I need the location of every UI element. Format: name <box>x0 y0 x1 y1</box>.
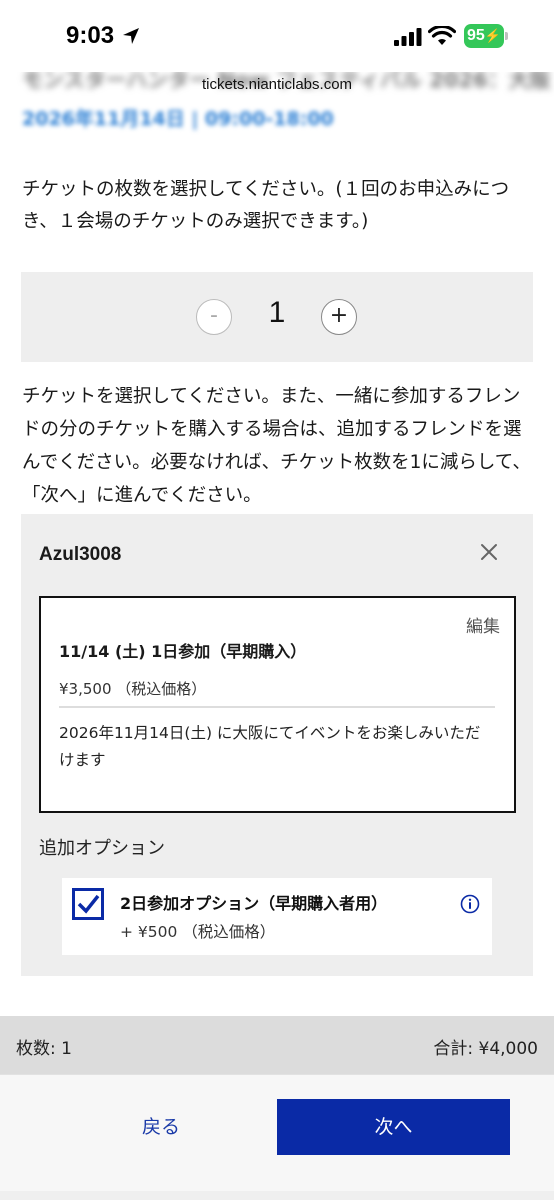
option-price: + ¥500 （税込価格） <box>120 923 276 941</box>
battery-cap <box>505 32 508 40</box>
total-price: 合計: ¥4,000 <box>433 1039 538 1059</box>
ticket-price: ¥3,500 （税込価格） <box>59 680 207 698</box>
edit-ticket-link[interactable]: 編集 <box>466 612 500 637</box>
browser-url[interactable]: tickets.nianticlabs.com <box>0 76 554 93</box>
ticket-divider <box>59 706 495 708</box>
info-icon[interactable] <box>460 894 480 914</box>
event-date: 2026年11月14日 | 09:00-18:00 <box>22 108 334 130</box>
quantity-value: 1 <box>268 296 286 329</box>
status-time: 9:03 <box>66 22 115 49</box>
ticket-card[interactable]: 編集 11/14 (土) 1日参加（早期購入） ¥3,500 （税込価格） 20… <box>39 596 516 813</box>
wifi-icon <box>428 26 456 45</box>
home-indicator-area <box>0 1191 554 1200</box>
ticket-title: 11/14 (土) 1日参加（早期購入） <box>59 642 307 661</box>
bottom-navigation: 戻る 次へ <box>0 1074 554 1200</box>
checkmark-icon <box>77 894 100 914</box>
ticket-count: 枚数: 1 <box>16 1039 72 1059</box>
charging-bolt-icon: ⚡ <box>484 28 501 43</box>
increase-quantity-button[interactable]: + <box>321 299 357 335</box>
option-title: 2日参加オプション（早期購入者用） <box>120 894 388 913</box>
decrease-quantity-button[interactable]: - <box>196 299 232 335</box>
status-bar: 9:03 95⚡ <box>0 0 554 72</box>
ticket-selection-panel: Azul3008 編集 11/14 (土) 1日参加（早期購入） ¥3,500 … <box>21 514 533 976</box>
ticket-select-instructions: チケットを選択してください。また、一緒に参加するフレンドの分のチケットを購入する… <box>22 386 531 506</box>
next-button[interactable]: 次へ <box>277 1099 510 1155</box>
option-checkbox[interactable] <box>72 888 104 920</box>
close-icon[interactable] <box>477 540 501 564</box>
quantity-instructions: チケットの枚数を選択してください。(１回のお申込みにつき、１会場のチケットのみ選… <box>22 179 510 232</box>
location-arrow-icon <box>123 28 139 44</box>
option-item[interactable]: 2日参加オプション（早期購入者用） + ¥500 （税込価格） <box>62 878 492 955</box>
additional-options-heading: 追加オプション <box>39 838 165 859</box>
battery-indicator: 95⚡ <box>464 24 504 48</box>
back-button[interactable]: 戻る <box>46 1101 276 1153</box>
order-summary-bar: 枚数: 1 合計: ¥4,000 <box>0 1016 554 1074</box>
quantity-stepper: - 1 + <box>21 272 533 362</box>
cellular-signal-icon <box>394 28 422 46</box>
attendee-name: Azul3008 <box>39 544 122 565</box>
ticket-description: 2026年11月14日(土) に大阪にてイベントをお楽しみいただけます <box>59 724 481 769</box>
